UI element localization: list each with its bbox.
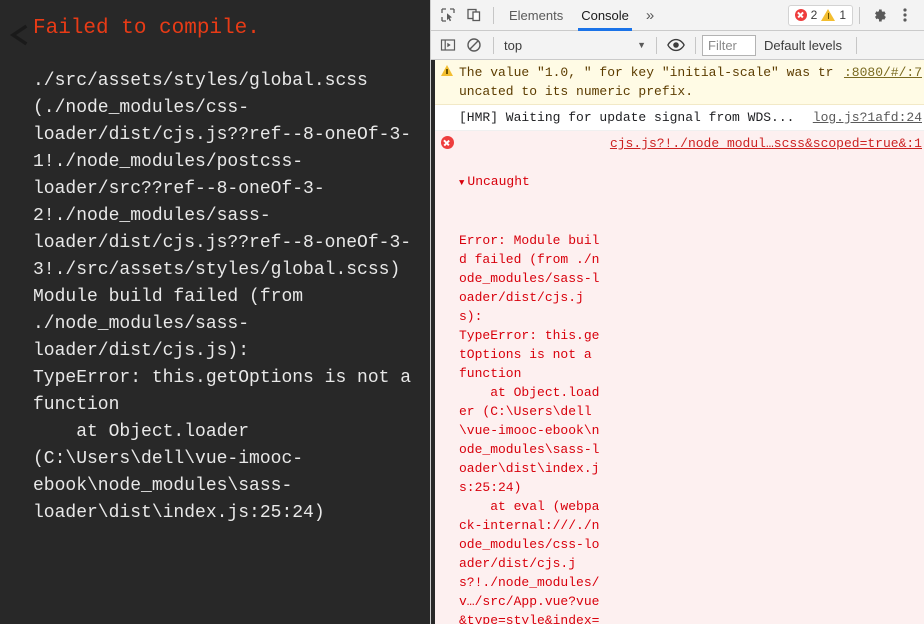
message-source-link[interactable]: cjs.js?!./node_modul…scss&scoped=true&:1 [604, 134, 922, 153]
filterbar-divider-3 [695, 36, 696, 54]
message-source-link[interactable]: log.js?1afd:24 [807, 108, 922, 127]
filterbar-divider-2 [656, 36, 657, 54]
log-levels-select[interactable]: Default levels [756, 38, 850, 53]
live-expression-icon[interactable] [663, 32, 689, 58]
warning-icon [441, 65, 453, 76]
tab-console[interactable]: Console [572, 0, 638, 31]
uncaught-label: Uncaught [467, 174, 530, 189]
message-text: [HMR] Waiting for update signal from WDS… [459, 110, 795, 125]
devtools-toolbar: Elements Console » 2 1 [431, 0, 924, 31]
error-stack-text: Error: Module build failed (from ./node_… [459, 233, 600, 624]
error-header: ▼ Uncaught [459, 172, 600, 193]
chevron-down-icon: ▼ [637, 40, 646, 50]
expand-triangle-icon[interactable]: ▼ [459, 174, 464, 193]
devtools-panel: Elements Console » 2 1 top ▼ Filter Defa… [430, 0, 924, 624]
error-count: 2 [810, 8, 818, 22]
gear-icon[interactable] [866, 2, 892, 28]
inspect-element-icon[interactable] [435, 2, 461, 28]
message-body: ▼ Uncaught Error: Module build failed (f… [459, 134, 604, 624]
screen-root: Failed to compile. ./src/assets/styles/g… [0, 0, 924, 624]
compile-error-body: ./src/assets/styles/global.scss (./node_… [33, 71, 412, 523]
back-chevron-icon[interactable] [8, 22, 30, 48]
console-message-info[interactable]: [HMR] Waiting for update signal from WDS… [435, 105, 924, 131]
execution-context-value: top [504, 37, 523, 53]
kebab-menu-icon[interactable] [892, 2, 918, 28]
message-gutter [435, 63, 459, 76]
console-message-error[interactable]: ▼ Uncaught Error: Module build failed (f… [435, 131, 924, 624]
issues-badge[interactable]: 2 1 [787, 4, 853, 26]
console-sidebar-icon[interactable] [435, 32, 461, 58]
console-message-warning[interactable]: The value "1.0, " for key "initial-scale… [435, 60, 924, 105]
error-icon [794, 9, 807, 21]
webpage-error-overlay: Failed to compile. ./src/assets/styles/g… [0, 0, 430, 624]
more-tabs-icon[interactable]: » [638, 0, 662, 31]
warning-count: 1 [839, 8, 846, 22]
toolbar-divider-2 [859, 6, 860, 24]
filter-input[interactable]: Filter [702, 34, 756, 56]
message-gutter [435, 108, 459, 110]
console-message-list[interactable]: The value "1.0, " for key "initial-scale… [431, 60, 924, 624]
overlay-content: Failed to compile. ./src/assets/styles/g… [0, 0, 430, 624]
message-text: The value "1.0, " for key "initial-scale… [459, 65, 834, 99]
device-toolbar-icon[interactable] [461, 2, 487, 28]
execution-context-select[interactable]: top ▼ [500, 35, 650, 56]
message-source-link[interactable]: :8080/#/:7 [838, 63, 922, 82]
filterbar-divider-1 [493, 36, 494, 54]
message-gutter [435, 134, 459, 149]
tab-elements[interactable]: Elements [500, 0, 572, 31]
error-icon [440, 136, 454, 149]
toolbar-divider-1 [493, 6, 494, 24]
filterbar-divider-4 [856, 36, 858, 54]
warning-icon [821, 9, 836, 21]
console-filter-bar: top ▼ Filter Default levels [431, 31, 924, 60]
clear-console-icon[interactable] [461, 32, 487, 58]
compile-error-title: Failed to compile. [33, 17, 260, 40]
